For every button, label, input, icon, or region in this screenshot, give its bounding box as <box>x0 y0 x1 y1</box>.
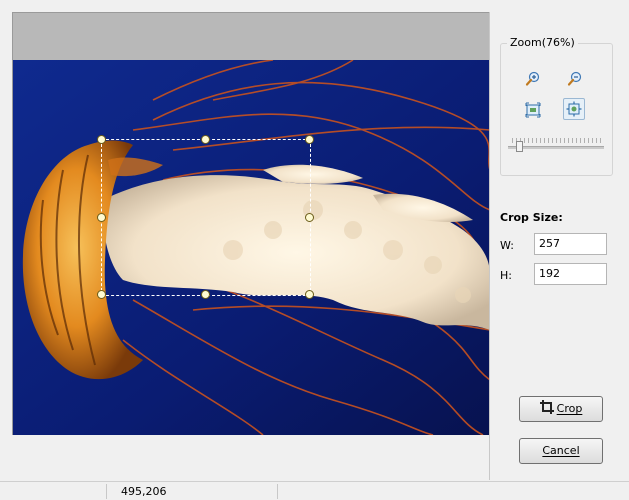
zoom-slider[interactable] <box>508 138 604 154</box>
crop-button-label: Crop <box>556 402 583 415</box>
crop-handle-top-right[interactable] <box>305 135 314 144</box>
crop-size-title: Crop Size: <box>500 211 563 224</box>
width-field[interactable]: 257 <box>534 233 607 255</box>
crop-handle-top[interactable] <box>201 135 210 144</box>
cursor-coordinates: 495,206 <box>121 485 167 498</box>
zoom-group <box>500 43 613 176</box>
cancel-button[interactable]: Cancel <box>519 438 603 464</box>
crop-handle-left[interactable] <box>97 212 106 222</box>
zoom-out-icon <box>567 71 582 86</box>
zoom-in-icon <box>525 71 540 86</box>
status-bar: 495,206 <box>0 481 629 500</box>
height-field[interactable]: 192 <box>534 263 607 285</box>
zoom-in-button[interactable] <box>522 68 544 90</box>
panel-divider <box>489 12 490 480</box>
actual-size-icon <box>525 102 541 118</box>
crop-button[interactable]: Crop <box>519 396 603 422</box>
crop-handle-bottom-right[interactable] <box>305 290 314 299</box>
crop-icon <box>539 400 554 414</box>
image-canvas[interactable] <box>12 12 490 435</box>
crop-selection[interactable] <box>97 135 314 299</box>
slider-ticks <box>512 138 604 143</box>
fit-to-window-button[interactable] <box>563 98 585 120</box>
zoom-out-button[interactable] <box>564 68 586 90</box>
cancel-button-label: Cancel <box>542 444 580 457</box>
status-separator <box>277 484 278 499</box>
zoom-title: Zoom(76%) <box>507 36 578 49</box>
height-label: H: <box>500 269 512 282</box>
crop-handle-right[interactable] <box>305 212 314 222</box>
slider-thumb[interactable] <box>516 141 523 152</box>
fit-to-window-icon <box>566 101 582 117</box>
crop-dialog: Zoom(76%) Crop Size: W: 257 H: 192 Crop … <box>0 0 629 500</box>
crop-handle-top-left[interactable] <box>97 135 106 144</box>
crop-handle-bottom[interactable] <box>201 290 210 299</box>
crop-handle-bottom-left[interactable] <box>97 290 106 299</box>
status-separator <box>106 484 107 499</box>
width-label: W: <box>500 239 514 252</box>
actual-size-button[interactable] <box>522 99 544 121</box>
